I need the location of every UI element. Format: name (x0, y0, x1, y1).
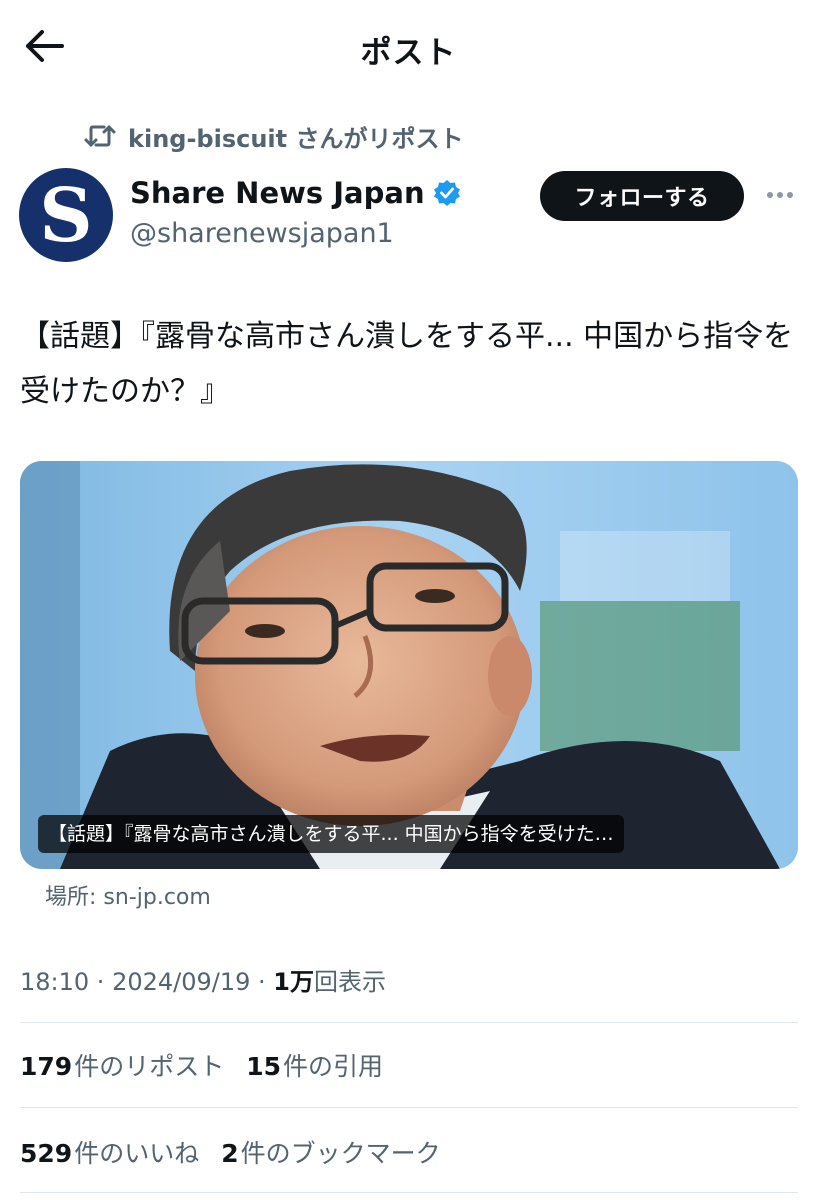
verified-badge-icon (433, 179, 461, 207)
divider (20, 1192, 798, 1193)
likes-label: 件のいいね (74, 1139, 200, 1168)
post-date[interactable]: 2024/09/19 (112, 968, 250, 996)
top-bar: ポスト (0, 0, 817, 95)
quotes-stat[interactable]: 15 件の引用 (246, 1047, 383, 1083)
author-name: Share News Japan (130, 176, 425, 210)
likes-stat[interactable]: 529 件のいいね (20, 1134, 199, 1170)
repost-icon (84, 121, 118, 151)
post-text: 【話題】『露骨な高市さん潰しをする平... 中国から指令を受けたのか？』 (20, 319, 794, 409)
bookmarks-label: 件のブックマーク (240, 1139, 441, 1168)
repost-text: king-biscuit さんがリポスト (128, 124, 464, 153)
avatar[interactable]: S (19, 168, 113, 262)
link-card[interactable] (20, 461, 798, 869)
meta-separator: · (89, 968, 113, 996)
views-label: 回表示 (313, 968, 386, 996)
page-title: ポスト (360, 35, 457, 71)
stats-row-likes: 529 件のいいね 2 件のブックマーク (20, 1134, 463, 1170)
card-caption: 【話題】『露骨な高市さん潰しをする平... 中国から指令を受けた… (38, 815, 624, 853)
bookmarks-count: 2 (221, 1139, 239, 1168)
card-source[interactable]: 場所: sn-jp.com (45, 879, 211, 911)
repost-context[interactable]: king-biscuit さんがリポスト (84, 116, 463, 156)
divider (20, 1107, 798, 1108)
likes-count: 529 (20, 1139, 73, 1168)
bookmarks-stat[interactable]: 2 件のブックマーク (221, 1134, 440, 1170)
quotes-label: 件の引用 (283, 1052, 384, 1081)
avatar-letter: S (39, 173, 93, 259)
meta-separator-2: · (250, 968, 274, 996)
more-horizontal-icon[interactable] (760, 180, 800, 210)
views-count: 1万 (273, 968, 314, 996)
author-handle[interactable]: @sharenewsjapan1 (130, 218, 394, 249)
post-meta: 18:10 · 2024/09/19 · 1万 回表示 (20, 962, 386, 997)
stats-row-reposts: 179 件のリポスト 15 件の引用 (20, 1047, 405, 1083)
divider (20, 1022, 798, 1023)
reposts-label: 件のリポスト (74, 1052, 225, 1081)
reposts-count: 179 (20, 1052, 73, 1081)
follow-button[interactable]: フォローする (540, 171, 744, 221)
author-name-row[interactable]: Share News Japan (130, 176, 461, 210)
card-photo (20, 461, 798, 869)
reposts-stat[interactable]: 179 件のリポスト (20, 1047, 224, 1083)
quotes-count: 15 (246, 1052, 281, 1081)
post-time[interactable]: 18:10 (20, 968, 89, 996)
